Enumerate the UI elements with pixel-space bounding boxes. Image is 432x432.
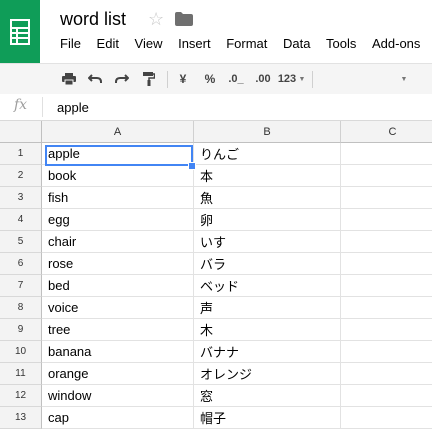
row-header[interactable]: 6 <box>0 253 42 275</box>
chevron-down-icon[interactable]: ▼ <box>297 64 307 94</box>
menu-file[interactable]: File <box>60 36 81 51</box>
cell-c1[interactable] <box>341 143 432 165</box>
cell-b4[interactable]: 卵 <box>194 209 341 231</box>
cell-c4[interactable] <box>341 209 432 231</box>
cell-c6[interactable] <box>341 253 432 275</box>
menu-view[interactable]: View <box>135 36 163 51</box>
cell-a4[interactable]: egg <box>42 209 194 231</box>
function-fx-icon: fx <box>14 97 28 113</box>
cell-b3[interactable]: 魚 <box>194 187 341 209</box>
star-icon[interactable]: ☆ <box>148 9 164 29</box>
cell-a13[interactable]: cap <box>42 407 194 429</box>
column-header-b[interactable]: B <box>194 121 341 143</box>
cell-a11[interactable]: orange <box>42 363 194 385</box>
paint-format-icon[interactable] <box>138 64 160 94</box>
cell-c9[interactable] <box>341 319 432 341</box>
print-icon[interactable] <box>58 64 80 94</box>
row-header[interactable]: 3 <box>0 187 42 209</box>
cell-c7[interactable] <box>341 275 432 297</box>
redo-icon[interactable] <box>111 64 133 94</box>
cell-b1[interactable]: りんご <box>194 143 341 165</box>
row-header[interactable]: 9 <box>0 319 42 341</box>
row-header[interactable]: 13 <box>0 407 42 429</box>
row-header[interactable]: 7 <box>0 275 42 297</box>
cell-b8[interactable]: 声 <box>194 297 341 319</box>
column-header-c[interactable]: C <box>341 121 432 143</box>
menu-edit[interactable]: Edit <box>97 36 119 51</box>
menu-tools[interactable]: Tools <box>326 36 356 51</box>
cell-c5[interactable] <box>341 231 432 253</box>
row-header[interactable]: 11 <box>0 363 42 385</box>
cell-b2[interactable]: 本 <box>194 165 341 187</box>
folder-icon[interactable] <box>175 12 193 31</box>
decrease-decimal-button[interactable]: .0_ <box>226 64 246 94</box>
cell-c13[interactable] <box>341 407 432 429</box>
percent-format-button[interactable]: % <box>201 64 219 94</box>
row-header[interactable]: 2 <box>0 165 42 187</box>
formula-bar: fx apple <box>0 94 432 121</box>
more-formats-button[interactable]: 123 <box>277 64 297 94</box>
cell-c8[interactable] <box>341 297 432 319</box>
row-header[interactable]: 10 <box>0 341 42 363</box>
cell-a1[interactable]: apple <box>42 143 194 165</box>
toolbar-divider <box>312 71 313 88</box>
cell-b9[interactable]: 木 <box>194 319 341 341</box>
increase-decimal-button[interactable]: .00 <box>252 64 274 94</box>
cell-c2[interactable] <box>341 165 432 187</box>
cell-b5[interactable]: いす <box>194 231 341 253</box>
header: word list ☆ File Edit View Insert Format… <box>0 0 432 63</box>
cell-a5[interactable]: chair <box>42 231 194 253</box>
cell-b12[interactable]: 窓 <box>194 385 341 407</box>
formula-input[interactable]: apple <box>57 100 89 115</box>
column-header-a[interactable]: A <box>42 121 194 143</box>
cell-b13[interactable]: 帽子 <box>194 407 341 429</box>
cell-c11[interactable] <box>341 363 432 385</box>
cell-c12[interactable] <box>341 385 432 407</box>
cell-a10[interactable]: banana <box>42 341 194 363</box>
toolbar-divider <box>167 71 168 88</box>
fill-handle[interactable] <box>188 162 196 170</box>
row-header[interactable]: 4 <box>0 209 42 231</box>
cell-a7[interactable]: bed <box>42 275 194 297</box>
currency-format-button[interactable]: ¥ <box>175 64 191 94</box>
cell-a8[interactable]: voice <box>42 297 194 319</box>
formula-divider <box>42 97 43 117</box>
cell-a12[interactable]: window <box>42 385 194 407</box>
cell-b7[interactable]: ベッド <box>194 275 341 297</box>
cell-b11[interactable]: オレンジ <box>194 363 341 385</box>
cell-b10[interactable]: バナナ <box>194 341 341 363</box>
menu-bar: File Edit View Insert Format Data Tools … <box>60 36 432 51</box>
row-header[interactable]: 1 <box>0 143 42 165</box>
font-dropdown-chevron-down-icon[interactable]: ▼ <box>398 64 410 94</box>
menu-add-ons[interactable]: Add-ons <box>372 36 420 51</box>
menu-data[interactable]: Data <box>283 36 310 51</box>
cell-c10[interactable] <box>341 341 432 363</box>
menu-format[interactable]: Format <box>226 36 267 51</box>
cell-a6[interactable]: rose <box>42 253 194 275</box>
cell-a3[interactable]: fish <box>42 187 194 209</box>
row-header[interactable]: 8 <box>0 297 42 319</box>
cell-c3[interactable] <box>341 187 432 209</box>
toolbar: ¥ % .0_ .00 123 ▼ ▼ <box>0 63 432 95</box>
select-all-corner[interactable] <box>0 121 42 143</box>
spreadsheet-app: word list ☆ File Edit View Insert Format… <box>0 0 432 432</box>
cell-a9[interactable]: tree <box>42 319 194 341</box>
sheets-logo-icon[interactable] <box>0 0 40 63</box>
document-title[interactable]: word list <box>60 9 126 30</box>
row-header[interactable]: 12 <box>0 385 42 407</box>
row-header[interactable]: 5 <box>0 231 42 253</box>
cell-b6[interactable]: バラ <box>194 253 341 275</box>
menu-insert[interactable]: Insert <box>178 36 211 51</box>
cell-a2[interactable]: book <box>42 165 194 187</box>
undo-icon[interactable] <box>84 64 106 94</box>
